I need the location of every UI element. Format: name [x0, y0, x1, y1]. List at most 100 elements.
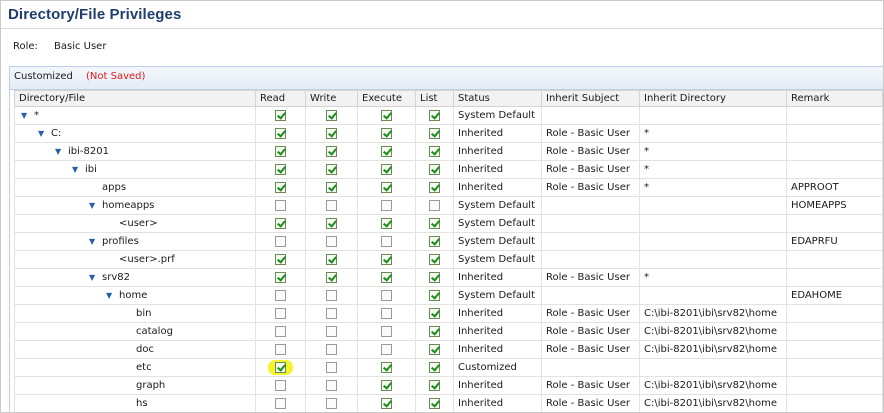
execute-checkbox[interactable] — [381, 307, 392, 319]
execute-checkbox[interactable] — [381, 127, 392, 139]
write-checkbox[interactable] — [326, 397, 337, 409]
column-header-read[interactable]: Read — [255, 90, 306, 107]
table-row[interactable]: etc Customized — [14, 358, 883, 377]
collapse-arrow-icon[interactable]: ▼ — [21, 111, 30, 120]
read-checkbox[interactable] — [275, 235, 286, 247]
read-checkbox[interactable] — [275, 397, 286, 409]
list-checkbox[interactable] — [429, 397, 440, 409]
list-checkbox[interactable] — [429, 361, 440, 373]
execute-checkbox[interactable] — [381, 289, 392, 301]
read-checkbox[interactable] — [275, 181, 286, 193]
list-checkbox[interactable] — [429, 217, 440, 229]
read-checkbox[interactable] — [275, 307, 286, 319]
execute-checkbox[interactable] — [381, 217, 392, 229]
column-header-status[interactable]: Status — [453, 90, 542, 107]
write-checkbox[interactable] — [326, 379, 337, 391]
column-header-remark[interactable]: Remark — [786, 90, 883, 107]
read-checkbox[interactable] — [275, 271, 286, 283]
collapse-arrow-icon[interactable]: ▼ — [89, 237, 98, 246]
collapse-arrow-icon[interactable]: ▼ — [38, 129, 47, 138]
list-checkbox[interactable] — [429, 253, 440, 265]
collapse-arrow-icon[interactable]: ▼ — [55, 147, 64, 156]
list-checkbox[interactable] — [429, 235, 440, 247]
execute-checkbox[interactable] — [381, 109, 392, 121]
execute-checkbox[interactable] — [381, 235, 392, 247]
table-row[interactable]: ▼ * System Default — [14, 106, 883, 125]
write-checkbox[interactable] — [326, 343, 337, 355]
table-row[interactable]: <user>.prf System Default — [14, 250, 883, 269]
table-row[interactable]: ▼ C: Inherited Role - Basic User * — [14, 124, 883, 143]
read-checkbox[interactable] — [275, 127, 286, 139]
table-row[interactable]: graph Inherited Role - Basic User C:\ibi-82… — [14, 376, 883, 395]
list-checkbox[interactable] — [429, 163, 440, 175]
table-row[interactable]: <user> System Default — [14, 214, 883, 233]
list-checkbox[interactable] — [429, 271, 440, 283]
write-checkbox[interactable] — [326, 271, 337, 283]
list-checkbox[interactable] — [429, 289, 440, 301]
execute-checkbox[interactable] — [381, 361, 392, 373]
write-checkbox[interactable] — [326, 217, 337, 229]
read-checkbox[interactable] — [275, 217, 286, 229]
execute-checkbox[interactable] — [381, 343, 392, 355]
read-checkbox[interactable] — [275, 379, 286, 391]
read-checkbox[interactable] — [275, 145, 286, 157]
read-checkbox[interactable] — [275, 361, 286, 373]
execute-checkbox[interactable] — [381, 379, 392, 391]
read-checkbox[interactable] — [275, 289, 286, 301]
read-checkbox[interactable] — [275, 343, 286, 355]
list-checkbox[interactable] — [429, 181, 440, 193]
execute-checkbox[interactable] — [381, 271, 392, 283]
table-row[interactable]: ▼ ibi Inherited Role - Basic User * — [14, 160, 883, 179]
execute-checkbox[interactable] — [381, 163, 392, 175]
list-checkbox[interactable] — [429, 127, 440, 139]
table-row[interactable]: apps Inherited Role - Basic User * APPROOT — [14, 178, 883, 197]
table-row[interactable]: ▼ home System Default EDAHOME — [14, 286, 883, 305]
list-checkbox[interactable] — [429, 145, 440, 157]
table-row[interactable]: ▼ ibi-8201 Inherited Role - Basic User * — [14, 142, 883, 161]
collapse-arrow-icon[interactable]: ▼ — [89, 273, 98, 282]
column-header-inherit-subject[interactable]: Inherit Subject — [541, 90, 640, 107]
list-checkbox[interactable] — [429, 199, 440, 211]
list-checkbox[interactable] — [429, 343, 440, 355]
write-checkbox[interactable] — [326, 325, 337, 337]
table-row[interactable]: ▼ srv82 Inherited Role - Basic User * — [14, 268, 883, 287]
write-checkbox[interactable] — [326, 199, 337, 211]
list-checkbox[interactable] — [429, 109, 440, 121]
execute-checkbox[interactable] — [381, 253, 392, 265]
read-checkbox[interactable] — [275, 163, 286, 175]
list-checkbox[interactable] — [429, 325, 440, 337]
list-checkbox[interactable] — [429, 307, 440, 319]
collapse-arrow-icon[interactable]: ▼ — [72, 165, 81, 174]
column-header-inherit-directory[interactable]: Inherit Directory — [639, 90, 787, 107]
write-checkbox[interactable] — [326, 163, 337, 175]
write-checkbox[interactable] — [326, 109, 337, 121]
list-checkbox[interactable] — [429, 379, 440, 391]
execute-checkbox[interactable] — [381, 145, 392, 157]
read-checkbox[interactable] — [275, 253, 286, 265]
write-checkbox[interactable] — [326, 235, 337, 247]
write-checkbox[interactable] — [326, 181, 337, 193]
execute-checkbox[interactable] — [381, 325, 392, 337]
read-checkbox[interactable] — [275, 325, 286, 337]
write-checkbox[interactable] — [326, 127, 337, 139]
write-checkbox[interactable] — [326, 307, 337, 319]
read-checkbox[interactable] — [275, 109, 286, 121]
column-header-directory[interactable]: Directory/File — [14, 90, 256, 107]
column-header-execute[interactable]: Execute — [357, 90, 416, 107]
table-row[interactable]: bin Inherited Role - Basic User C:\ibi-8201… — [14, 304, 883, 323]
execute-checkbox[interactable] — [381, 199, 392, 211]
read-checkbox[interactable] — [275, 199, 286, 211]
write-checkbox[interactable] — [326, 145, 337, 157]
collapse-arrow-icon[interactable]: ▼ — [89, 201, 98, 210]
table-row[interactable]: catalog Inherited Role - Basic User C:\ibi-… — [14, 322, 883, 341]
table-row[interactable]: ▼ profiles System Default EDAPRFU — [14, 232, 883, 251]
execute-checkbox[interactable] — [381, 397, 392, 409]
column-header-list[interactable]: List — [415, 90, 454, 107]
table-row[interactable]: doc Inherited Role - Basic User C:\ibi-8201… — [14, 340, 883, 359]
column-header-write[interactable]: Write — [305, 90, 358, 107]
write-checkbox[interactable] — [326, 289, 337, 301]
write-checkbox[interactable] — [326, 253, 337, 265]
write-checkbox[interactable] — [326, 361, 337, 373]
table-row[interactable]: hs Inherited Role - Basic User C:\ibi-8201\… — [14, 394, 883, 412]
execute-checkbox[interactable] — [381, 181, 392, 193]
